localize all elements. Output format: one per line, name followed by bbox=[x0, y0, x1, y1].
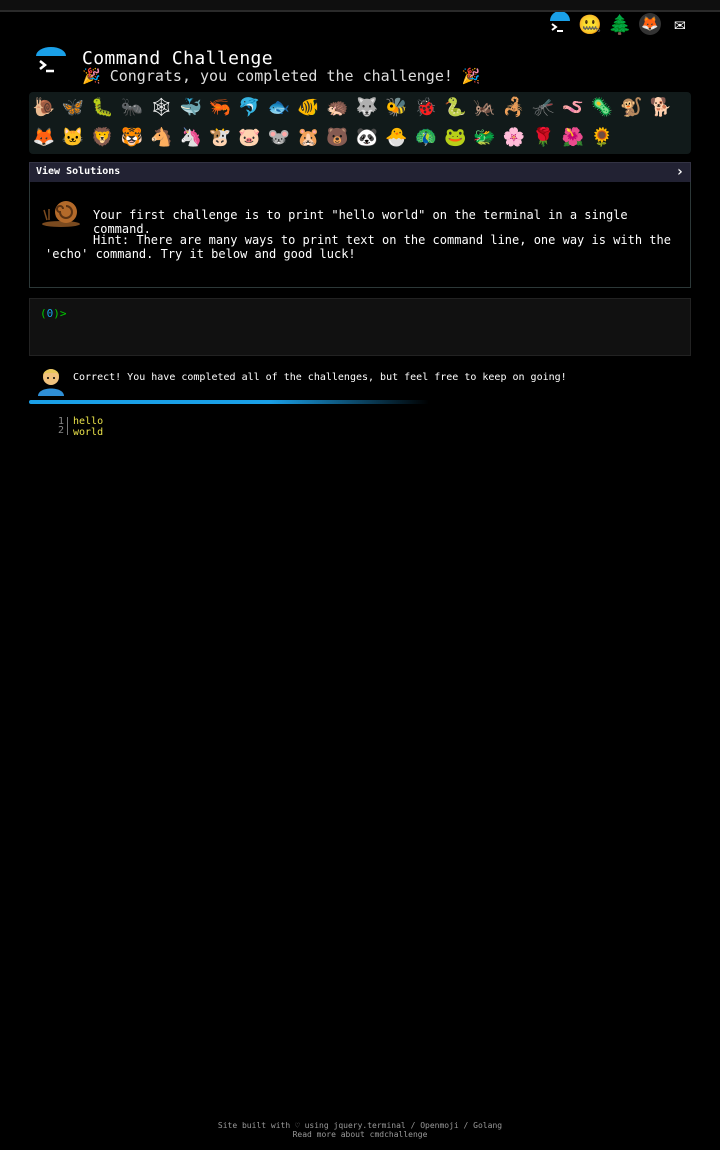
tree-link[interactable]: 🌲 bbox=[608, 12, 632, 36]
challenge-emoji-bar: 🐌 🦋 🐛 🐜 🕸 🐳 🦐 🐬 🐟 🐠 🦔 🐺 🐝 🐞 🐍 🦗 🦂 🦟 🪱 🦠 … bbox=[29, 92, 691, 154]
chevron-right-icon[interactable]: › bbox=[676, 164, 684, 180]
mosquito-icon[interactable]: 🦟 bbox=[529, 93, 558, 123]
top-bar bbox=[0, 0, 720, 12]
dog-icon[interactable]: 🐕 bbox=[646, 93, 675, 123]
wolf-icon[interactable]: 🐺 bbox=[352, 93, 381, 123]
hedgehog-icon[interactable]: 🦔 bbox=[323, 93, 352, 123]
view-solutions-bar[interactable]: View Solutions › bbox=[29, 162, 691, 183]
dolphin-icon[interactable]: 🐬 bbox=[235, 93, 264, 123]
shrimp-icon[interactable]: 🦐 bbox=[205, 93, 234, 123]
zipper-mouth-icon: 🤐 bbox=[578, 13, 602, 36]
tropical-fish-icon[interactable]: 🐠 bbox=[294, 93, 323, 123]
peacock-icon[interactable]: 🦚 bbox=[411, 123, 440, 153]
caterpillar-icon[interactable]: 🐛 bbox=[88, 93, 117, 123]
lion-icon[interactable]: 🦁 bbox=[88, 123, 117, 153]
mouse-icon[interactable]: 🐭 bbox=[264, 123, 293, 153]
emoji-row-1: 🐌 🦋 🐛 🐜 🕸 🐳 🦐 🐬 🐟 🐠 🦔 🐺 🐝 🐞 🐍 🦗 🦂 🦟 🪱 🦠 … bbox=[29, 93, 676, 123]
line-number: 2 bbox=[57, 425, 64, 436]
blossom-icon[interactable]: 🌸 bbox=[499, 123, 528, 153]
footer-read-more-link[interactable]: Read more about cmdchallenge bbox=[0, 1130, 720, 1139]
hibiscus-icon[interactable]: 🌺 bbox=[558, 123, 587, 153]
ant-icon[interactable]: 🐜 bbox=[117, 93, 146, 123]
unicorn-icon[interactable]: 🦄 bbox=[176, 123, 205, 153]
pig-icon[interactable]: 🐷 bbox=[235, 123, 264, 153]
cricket-icon[interactable]: 🦗 bbox=[470, 93, 499, 123]
result-message: Correct! You have completed all of the c… bbox=[73, 372, 567, 383]
cat-icon[interactable]: 🐱 bbox=[58, 123, 87, 153]
footer-credits: Site built with ♡ using jquery.terminal … bbox=[217, 1121, 503, 1130]
tiger-icon[interactable]: 🐯 bbox=[117, 123, 146, 153]
top-links: 🤐 🌲 🦊 ✉ bbox=[548, 12, 692, 36]
terminal-logo-icon bbox=[36, 47, 66, 73]
view-solutions-label: View Solutions bbox=[36, 166, 121, 177]
snail-icon bbox=[42, 201, 80, 227]
horse-icon[interactable]: 🐴 bbox=[147, 123, 176, 153]
fish-icon[interactable]: 🐟 bbox=[264, 93, 293, 123]
worm-icon[interactable]: 🪱 bbox=[558, 93, 587, 123]
email-link[interactable]: ✉ bbox=[668, 12, 692, 36]
panda-icon[interactable]: 🐼 bbox=[352, 123, 381, 153]
hatching-chick-icon[interactable]: 🐣 bbox=[382, 123, 411, 153]
envelope-icon: ✉ bbox=[674, 13, 686, 35]
terminal-input-area[interactable]: (0)> bbox=[29, 298, 691, 356]
home-link[interactable] bbox=[548, 12, 572, 36]
openmoji-link[interactable]: 🤐 bbox=[578, 12, 602, 36]
gitlab-link[interactable]: 🦊 bbox=[638, 12, 662, 36]
dragon-icon[interactable]: 🐲 bbox=[470, 123, 499, 153]
person-avatar-icon bbox=[38, 369, 64, 396]
butterfly-icon[interactable]: 🦋 bbox=[58, 93, 87, 123]
snail-icon[interactable]: 🐌 bbox=[29, 93, 58, 123]
challenge-text: Your first challenge is to print "hello … bbox=[93, 208, 628, 236]
snake-icon[interactable]: 🐍 bbox=[440, 93, 469, 123]
rose-icon[interactable]: 🌹 bbox=[529, 123, 558, 153]
hint-text-line1: Hint: There are many ways to print text … bbox=[93, 233, 671, 247]
sunflower-icon[interactable]: 🌻 bbox=[587, 123, 616, 153]
code-line: hello world bbox=[73, 416, 104, 438]
page-subtitle: 🎉 Congrats, you completed the challenge!… bbox=[82, 67, 481, 85]
terminal-prompt: (0)> bbox=[40, 307, 67, 320]
frog-icon[interactable]: 🐸 bbox=[440, 123, 469, 153]
progress-bar bbox=[29, 400, 429, 404]
scorpion-icon[interactable]: 🦂 bbox=[499, 93, 528, 123]
microbe-icon[interactable]: 🦠 bbox=[587, 93, 616, 123]
code-gutter-divider bbox=[67, 417, 68, 435]
footer: Site built with ♡ using jquery.terminal … bbox=[0, 1121, 720, 1139]
spider-web-icon[interactable]: 🕸 bbox=[147, 93, 176, 123]
gitlab-icon: 🦊 bbox=[639, 13, 661, 35]
terminal-logo-icon bbox=[550, 12, 570, 32]
page-title: Command Challenge bbox=[82, 48, 274, 69]
emoji-row-2: 🦊 🐱 🦁 🐯 🐴 🦄 🐮 🐷 🐭 🐹 🐻 🐼 🐣 🦚 🐸 🐲 🌸 🌹 🌺 🌻 bbox=[29, 123, 617, 153]
monkey-icon[interactable]: 🐒 bbox=[617, 93, 646, 123]
ladybug-icon[interactable]: 🐞 bbox=[411, 93, 440, 123]
tree-icon: 🌲 bbox=[608, 13, 632, 36]
bee-icon[interactable]: 🐝 bbox=[382, 93, 411, 123]
fox-icon[interactable]: 🦊 bbox=[29, 123, 58, 153]
whale-icon[interactable]: 🐳 bbox=[176, 93, 205, 123]
challenge-description-panel: Your first challenge is to print "hello … bbox=[29, 182, 691, 288]
hamster-icon[interactable]: 🐹 bbox=[294, 123, 323, 153]
cow-icon[interactable]: 🐮 bbox=[205, 123, 234, 153]
hint-text-line2: 'echo' command. Try it below and good lu… bbox=[45, 247, 356, 261]
bear-icon[interactable]: 🐻 bbox=[323, 123, 352, 153]
